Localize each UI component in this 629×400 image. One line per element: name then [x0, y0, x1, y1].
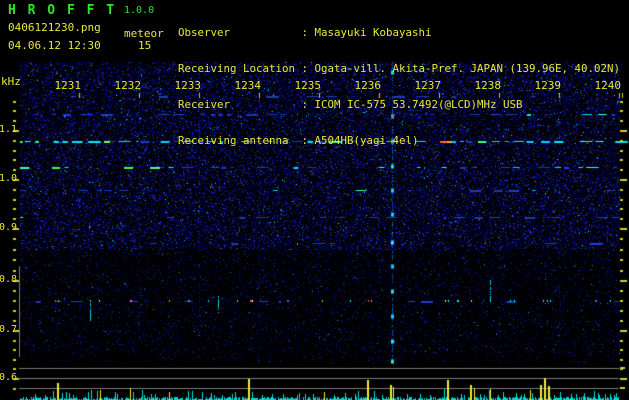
location-value: Ogata-vill. Akita-Pref. JAPAN (139.96E, …: [314, 62, 621, 75]
time-tick-label: 1235: [294, 79, 322, 92]
time-tick-label: 1231: [54, 79, 82, 92]
separator: :: [295, 98, 315, 111]
freq-tick-label: 1.0: [0, 173, 17, 184]
app-title: H R O F F T: [8, 3, 117, 18]
separator: :: [295, 134, 315, 147]
receiver-value: ICOM IC-575 53.7492(@LCD)MHz USB: [314, 98, 523, 111]
time-tick-label: 1240: [594, 79, 622, 92]
file-name: 0406121230.png: [8, 21, 101, 34]
freq-tick-label: 0.6: [0, 372, 17, 383]
separator: :: [295, 26, 315, 39]
time-tick-label: 1237: [414, 79, 442, 92]
freq-unit-label: kHz: [1, 75, 21, 88]
freq-tick-label: 0.8: [0, 274, 17, 285]
observer-value: Masayuki Kobayashi: [314, 26, 432, 39]
echo-count: 15: [138, 39, 152, 52]
receiver-label: Receiver: [178, 98, 231, 111]
observer-row: Observer : Masayuki Kobayashi: [178, 27, 620, 39]
time-tick-label: 1239: [534, 79, 562, 92]
timestamp: 04.06.12 12:30: [8, 39, 101, 52]
receiver-row: Receiver : ICOM IC-575 53.7492(@LCD)MHz …: [178, 99, 620, 111]
time-tick-label: 1234: [234, 79, 262, 92]
antenna-label: Receiving antenna: [178, 134, 289, 147]
hrofft-window: H R O F F T 1.0.0 0406121230.png meteor …: [0, 0, 629, 400]
location-label: Receiving Location: [178, 62, 296, 75]
time-tick-label: 1236: [354, 79, 382, 92]
location-row: Receiving Location : Ogata-vill. Akita-P…: [178, 63, 620, 75]
freq-tick-label: 0.9: [0, 222, 17, 233]
time-tick-label: 1233: [174, 79, 202, 92]
time-tick-label: 1232: [114, 79, 142, 92]
observer-label: Observer: [178, 26, 231, 39]
time-tick-label: 1238: [474, 79, 502, 92]
antenna-value: A504HB(yagi 4el): [314, 134, 419, 147]
freq-tick-label: 0.7: [0, 324, 17, 335]
antenna-row: Receiving antenna : A504HB(yagi 4el): [178, 135, 620, 147]
app-version: 1.0.0: [124, 5, 155, 16]
freq-tick-label: 1.1: [0, 124, 17, 135]
separator: :: [295, 62, 315, 75]
